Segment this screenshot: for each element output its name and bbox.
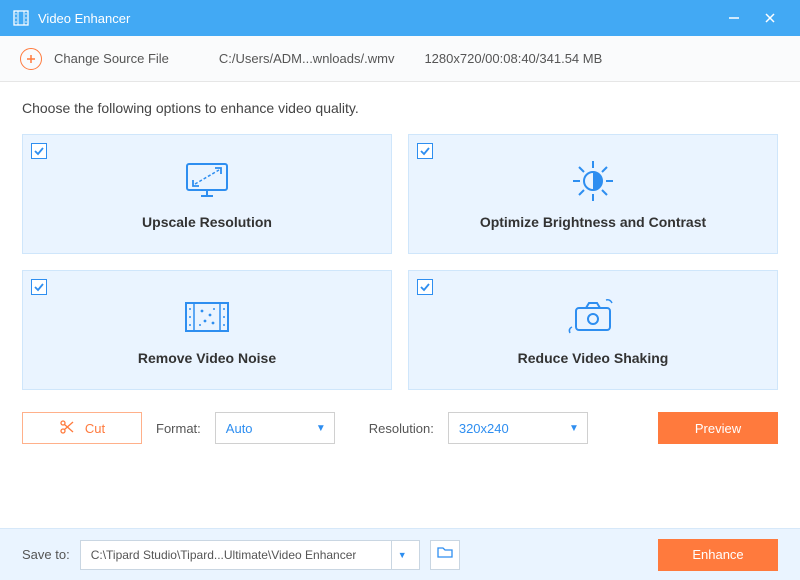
option-reduce-shaking[interactable]: Reduce Video Shaking <box>408 270 778 390</box>
cut-label: Cut <box>85 421 105 436</box>
enhance-label: Enhance <box>692 547 743 562</box>
preview-label: Preview <box>695 421 741 436</box>
source-file-info: 1280x720/00:08:40/341.54 MB <box>424 51 602 66</box>
options-grid: Upscale Resolution Optimize Brightness a… <box>22 134 778 390</box>
save-to-label: Save to: <box>22 547 70 562</box>
film-noise-icon <box>180 294 234 340</box>
resolution-value: 320x240 <box>459 421 509 436</box>
format-value: Auto <box>226 421 253 436</box>
save-path-text: C:\Tipard Studio\Tipard...Ultimate\Video… <box>91 548 357 562</box>
monitor-upscale-icon <box>181 158 233 204</box>
app-icon <box>12 9 30 27</box>
chevron-down-icon: ▼ <box>316 423 326 434</box>
app-title: Video Enhancer <box>38 11 130 26</box>
option-label: Reduce Video Shaking <box>518 350 669 366</box>
option-remove-noise[interactable]: Remove Video Noise <box>22 270 392 390</box>
option-brightness-contrast[interactable]: Optimize Brightness and Contrast <box>408 134 778 254</box>
resolution-dropdown[interactable]: 320x240 ▼ <box>448 412 588 444</box>
format-dropdown[interactable]: Auto ▼ <box>215 412 335 444</box>
format-label: Format: <box>156 421 201 436</box>
controls-row: Cut Format: Auto ▼ Resolution: 320x240 ▼… <box>22 412 778 444</box>
camera-stabilize-icon <box>566 294 620 340</box>
option-label: Upscale Resolution <box>142 214 272 230</box>
close-button[interactable] <box>752 0 788 36</box>
save-path-box[interactable]: C:\Tipard Studio\Tipard...Ultimate\Video… <box>80 540 420 570</box>
resolution-label: Resolution: <box>369 421 434 436</box>
checkbox-icon[interactable] <box>31 143 47 159</box>
instruction-text: Choose the following options to enhance … <box>22 100 778 116</box>
checkbox-icon[interactable] <box>417 279 433 295</box>
add-source-icon[interactable] <box>20 48 42 70</box>
checkbox-icon[interactable] <box>31 279 47 295</box>
cut-button[interactable]: Cut <box>22 412 142 444</box>
change-source-label[interactable]: Change Source File <box>54 51 169 66</box>
brightness-icon <box>567 158 619 204</box>
source-file-path: C:/Users/ADM...wnloads/.wmv <box>219 51 395 66</box>
enhance-button[interactable]: Enhance <box>658 539 778 571</box>
folder-icon <box>437 545 453 564</box>
chevron-down-icon: ▼ <box>569 423 579 434</box>
scissors-icon <box>59 419 75 438</box>
preview-button[interactable]: Preview <box>658 412 778 444</box>
checkbox-icon[interactable] <box>417 143 433 159</box>
option-label: Optimize Brightness and Contrast <box>480 214 706 230</box>
main-area: Choose the following options to enhance … <box>0 82 800 444</box>
save-path-dropdown-button[interactable]: ▼ <box>391 541 413 569</box>
option-label: Remove Video Noise <box>138 350 276 366</box>
title-bar: Video Enhancer <box>0 0 800 36</box>
minimize-button[interactable] <box>716 0 752 36</box>
open-folder-button[interactable] <box>430 540 460 570</box>
source-bar: Change Source File C:/Users/ADM...wnload… <box>0 36 800 82</box>
option-upscale-resolution[interactable]: Upscale Resolution <box>22 134 392 254</box>
bottom-bar: Save to: C:\Tipard Studio\Tipard...Ultim… <box>0 528 800 580</box>
